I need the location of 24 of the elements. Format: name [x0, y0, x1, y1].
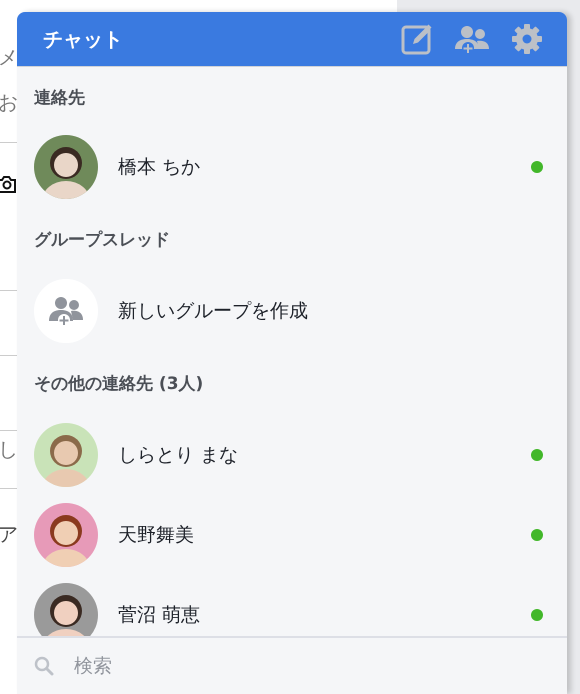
background-text: ア	[0, 524, 18, 544]
contact-name: 新しいグループを作成	[118, 299, 309, 324]
contact-row[interactable]: 新しいグループを作成	[17, 271, 567, 351]
camera-icon	[0, 175, 16, 193]
section-heading: グループスレッド	[34, 228, 170, 250]
section-heading: その他の連絡先 (3人)	[34, 372, 204, 394]
people-add-icon[interactable]	[455, 24, 489, 54]
background-text: し	[0, 439, 18, 459]
compose-icon[interactable]	[401, 23, 433, 55]
settings-icon[interactable]	[511, 23, 543, 55]
contact-name: 菅沼 萌恵	[118, 603, 202, 628]
contact-row[interactable]: 橋本 ちか	[17, 127, 567, 207]
background-text: メ	[0, 47, 18, 67]
new-group-icon	[34, 279, 98, 343]
contact-row[interactable]: しらとり まな	[17, 415, 567, 495]
contact-name: しらとり まな	[118, 443, 240, 468]
window-title: チャット	[43, 26, 123, 52]
contact-name: 橋本 ちか	[118, 155, 202, 180]
section-heading: 連絡先	[34, 86, 85, 108]
contact-row[interactable]: 天野舞美	[17, 495, 567, 575]
search-field[interactable]: 検索	[72, 654, 376, 678]
avatar	[34, 583, 98, 636]
search-icon	[34, 656, 54, 676]
contact-name: 天野舞美	[118, 523, 195, 548]
